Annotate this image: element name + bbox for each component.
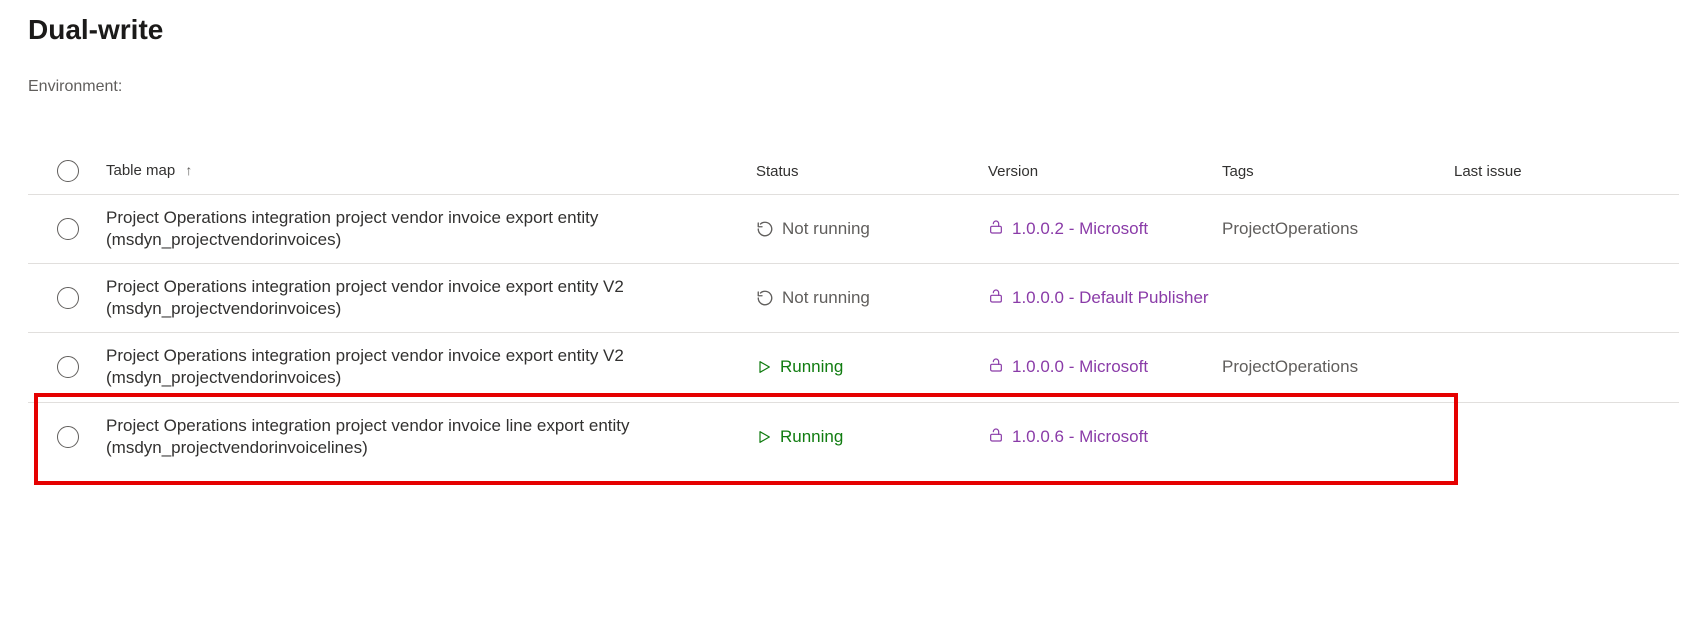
status-label: Running [780,357,843,377]
not-running-icon [756,220,774,238]
row-select-radio[interactable] [57,426,79,448]
not-running-icon [756,289,774,307]
table-map-name[interactable]: Project Operations integration project v… [106,345,756,389]
running-icon [756,429,772,445]
lock-icon [988,427,1004,443]
table-row[interactable]: Project Operations integration project v… [28,264,1679,333]
table-map-name[interactable]: Project Operations integration project v… [106,415,756,459]
table-row[interactable]: Project Operations integration project v… [28,333,1679,402]
table-map-grid: Table map ↑ Status Version Tags Last iss… [28,148,1679,471]
grid-header-row: Table map ↑ Status Version Tags Last iss… [28,148,1679,195]
status-label: Not running [782,288,870,308]
lock-icon [988,357,1004,373]
status-cell: Running [756,357,988,377]
column-header-table-map[interactable]: Table map ↑ [106,161,756,181]
row-select-radio[interactable] [57,287,79,309]
status-cell: Running [756,427,988,447]
table-map-name[interactable]: Project Operations integration project v… [106,207,756,251]
version-cell: 1.0.0.6 - Microsoft [988,427,1222,447]
column-header-status-label: Status [756,163,799,180]
row-select-radio[interactable] [57,356,79,378]
table-row[interactable]: Project Operations integration project v… [28,195,1679,264]
version-link[interactable]: 1.0.0.0 - Default Publisher [1012,288,1209,308]
status-label: Running [780,427,843,447]
row-select-radio[interactable] [57,218,79,240]
running-icon [756,359,772,375]
version-cell: 1.0.0.0 - Microsoft [988,357,1222,377]
version-link[interactable]: 1.0.0.0 - Microsoft [1012,357,1148,377]
table-map-name[interactable]: Project Operations integration project v… [106,276,756,320]
environment-label: Environment: [28,78,1679,96]
status-cell: Not running [756,219,988,239]
status-label: Not running [782,219,870,239]
lock-icon [988,219,1004,235]
sort-ascending-icon: ↑ [185,162,192,178]
column-header-version[interactable]: Version [988,163,1222,180]
column-header-version-label: Version [988,163,1038,180]
version-cell: 1.0.0.0 - Default Publisher [988,288,1222,308]
tags-cell: ProjectOperations [1222,357,1454,377]
column-header-table-map-label: Table map [106,162,175,179]
table-row[interactable]: Project Operations integration project v… [28,403,1679,471]
version-cell: 1.0.0.2 - Microsoft [988,219,1222,239]
column-header-last-issue[interactable]: Last issue [1454,163,1654,180]
version-link[interactable]: 1.0.0.2 - Microsoft [1012,219,1148,239]
page-title: Dual-write [28,14,1679,46]
column-header-tags-label: Tags [1222,163,1254,180]
column-header-tags[interactable]: Tags [1222,163,1454,180]
status-cell: Not running [756,288,988,308]
column-header-last-issue-label: Last issue [1454,163,1522,180]
lock-icon [988,288,1004,304]
version-link[interactable]: 1.0.0.6 - Microsoft [1012,427,1148,447]
select-all-radio[interactable] [57,160,79,182]
column-header-status[interactable]: Status [756,163,988,180]
tags-cell: ProjectOperations [1222,219,1454,239]
